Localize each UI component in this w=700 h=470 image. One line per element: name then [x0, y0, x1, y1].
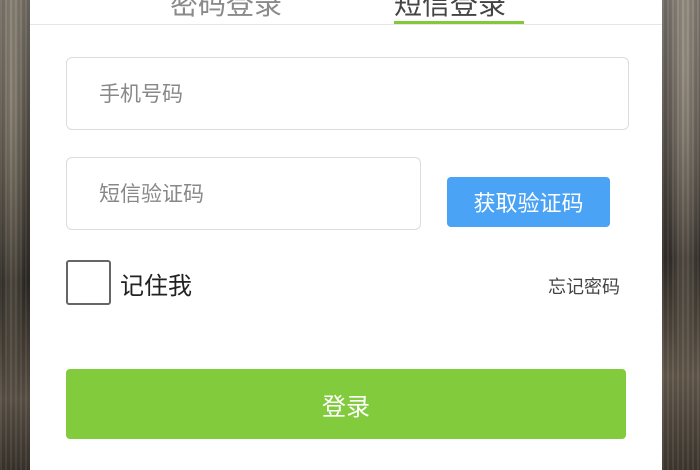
remember-me-checkbox[interactable] — [66, 260, 111, 305]
sms-code-input[interactable] — [66, 157, 421, 230]
forgot-password-link[interactable]: 忘记密码 — [548, 273, 620, 299]
login-button[interactable]: 登录 — [66, 369, 626, 439]
phone-number-input[interactable] — [66, 57, 629, 130]
login-screen: 密码登录 短信登录 获取验证码 记住我 忘记密码 登录 — [0, 0, 700, 470]
background-photo-left — [0, 0, 30, 470]
background-photo-right — [662, 0, 700, 470]
tab-password-login[interactable]: 密码登录 — [170, 0, 282, 22]
active-tab-indicator — [394, 21, 524, 24]
get-code-button[interactable]: 获取验证码 — [447, 177, 610, 227]
remember-me-label: 记住我 — [120, 272, 192, 300]
login-panel: 密码登录 短信登录 获取验证码 记住我 忘记密码 登录 — [30, 0, 662, 470]
login-tabs: 密码登录 短信登录 — [30, 0, 662, 25]
tab-sms-login[interactable]: 短信登录 — [394, 0, 506, 22]
